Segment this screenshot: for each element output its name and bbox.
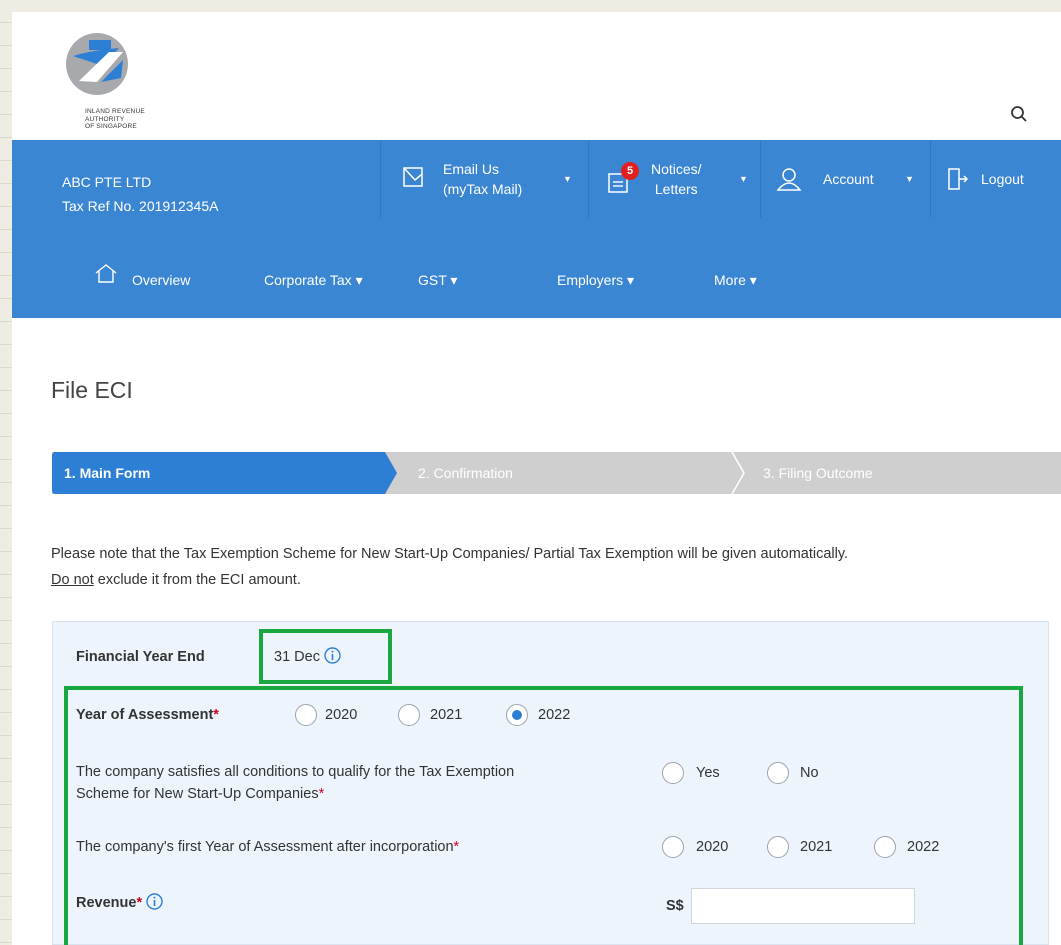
nav-more[interactable]: More ▾ [714, 272, 757, 289]
fye-label: Financial Year End [76, 649, 205, 665]
exemption-note: Please note that the Tax Exemption Schem… [51, 546, 849, 588]
account-menu[interactable]: Account ▼ [760, 140, 930, 218]
account-bar: ABC PTE LTD Tax Ref No. 201912345A Email… [12, 140, 1061, 250]
form-fields-highlight-box [64, 686, 1023, 945]
email-us-menu[interactable]: Email Us (myTax Mail) ▼ [380, 140, 588, 218]
account-label: Account [823, 171, 874, 187]
logout-button[interactable]: Logout [930, 140, 1061, 218]
step-confirmation: 2. Confirmation [418, 465, 513, 481]
do-not-text: Do not [51, 572, 94, 588]
fye-highlight-box [259, 629, 392, 684]
logo-text: INLAND REVENUE AUTHORITY OF SINGAPORE [85, 108, 145, 130]
chevron-down-icon: ▼ [563, 174, 572, 184]
nav-gst[interactable]: GST ▾ [418, 272, 457, 289]
notices-letters-menu[interactable]: 5 Notices/ Letters ▼ [588, 140, 760, 218]
page-title: File ECI [51, 377, 133, 403]
search-icon[interactable] [1010, 105, 1028, 123]
email-us-label: Email Us (myTax Mail) [443, 161, 523, 197]
iras-logo-mark [66, 33, 128, 95]
notices-badge: 5 [621, 162, 639, 180]
home-icon [95, 264, 117, 283]
company-info: ABC PTE LTD Tax Ref No. 201912345A [62, 170, 218, 218]
progress-stepper [52, 452, 1061, 494]
user-icon [776, 168, 802, 191]
chevron-down-icon: ▼ [905, 174, 914, 184]
step-main-form: 1. Main Form [64, 465, 151, 481]
company-name: ABC PTE LTD [62, 174, 152, 190]
browser-page: INLAND REVENUE AUTHORITY OF SINGAPORE AB… [12, 12, 1061, 945]
main-nav: Overview Corporate Tax ▾ GST ▾ Employers… [12, 250, 1061, 318]
notices-label: Notices/ Letters [651, 161, 702, 197]
logout-label: Logout [981, 171, 1024, 187]
mail-icon [403, 167, 423, 187]
nav-employers[interactable]: Employers ▾ [557, 272, 634, 289]
chevron-down-icon: ▼ [739, 174, 748, 184]
iras-logo[interactable]: INLAND REVENUE AUTHORITY OF SINGAPORE [61, 26, 191, 134]
nav-corporate-tax[interactable]: Corporate Tax ▾ [264, 272, 363, 289]
step-filing-outcome: 3. Filing Outcome [763, 465, 873, 481]
tax-ref: Tax Ref No. 201912345A [62, 198, 219, 214]
logout-icon [948, 168, 969, 190]
nav-overview[interactable]: Overview [132, 272, 190, 288]
page-edge [0, 0, 12, 945]
